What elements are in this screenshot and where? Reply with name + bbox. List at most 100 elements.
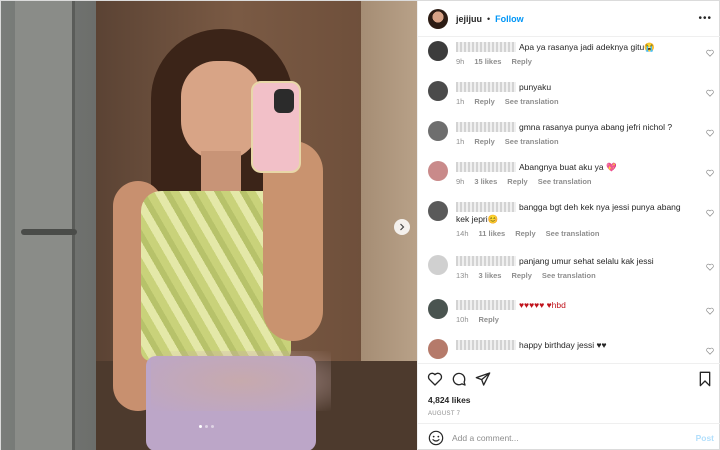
comment-text: happy birthday jessi ♥♥ <box>456 339 696 351</box>
username[interactable]: jejijuu <box>456 14 482 24</box>
heart-icon[interactable] <box>706 169 714 179</box>
comment-message: Apa ya rasanya jadi adeknya gitu😭 <box>519 42 655 52</box>
comment-body: gmna rasanya punya abang jefri nichol ? … <box>456 121 696 146</box>
comment-message: ♥♥♥♥♥ ♥hbd <box>519 300 566 310</box>
comment-likes[interactable]: 3 likes <box>474 177 497 186</box>
comment-meta: 9h 3 likes Reply See translation <box>456 177 696 186</box>
avatar[interactable] <box>428 8 448 29</box>
photo-face <box>181 61 261 161</box>
username-redacted <box>456 162 516 172</box>
photo-blur <box>151 351 331 411</box>
list-item: punyaku 1h Reply See translation <box>418 77 720 117</box>
likes-count[interactable]: 4,824 likes <box>428 395 471 405</box>
see-translation-link[interactable]: See translation <box>546 229 600 238</box>
comment-body: punyaku 1h Reply See translation <box>456 81 696 106</box>
comment-body: bangga bgt deh kek nya jessi punya abang… <box>456 201 696 238</box>
username-redacted <box>456 202 516 212</box>
comment-body: Abangnya buat aku ya 💖 9h 3 likes Reply … <box>456 161 696 186</box>
avatar[interactable] <box>428 201 448 221</box>
avatar[interactable] <box>428 339 448 359</box>
list-item: bangga bgt deh kek nya jessi punya abang… <box>418 197 720 247</box>
heart-icon[interactable] <box>706 89 714 99</box>
reply-button[interactable]: Reply <box>479 315 499 324</box>
follow-button[interactable]: Follow <box>495 14 524 24</box>
avatar[interactable] <box>428 161 448 181</box>
username-redacted <box>456 82 516 92</box>
avatar[interactable] <box>428 81 448 101</box>
comment-body: happy birthday jessi ♥♥ <box>456 339 696 351</box>
photo-door <box>15 1 77 450</box>
list-item: Abangnya buat aku ya 💖 9h 3 likes Reply … <box>418 157 720 197</box>
reply-button[interactable]: Reply <box>507 177 527 186</box>
comment-message: punyaku <box>519 82 552 92</box>
comment-message: gmna rasanya punya abang jefri nichol ? <box>519 122 673 132</box>
heart-icon[interactable] <box>706 49 714 59</box>
username-redacted <box>456 256 516 266</box>
photo <box>1 1 417 450</box>
comment-text: Apa ya rasanya jadi adeknya gitu😭 <box>456 41 696 53</box>
heart-icon[interactable] <box>706 209 714 219</box>
comment-body: ♥♥♥♥♥ ♥hbd 10h Reply <box>456 299 696 324</box>
username-redacted <box>456 300 516 310</box>
comment-likes[interactable]: 15 likes <box>474 57 501 66</box>
comment-body: panjang umur sehat selalu kak jessi 13h … <box>456 255 696 280</box>
reply-button[interactable]: Reply <box>474 97 494 106</box>
avatar[interactable] <box>428 255 448 275</box>
smiley-icon[interactable] <box>428 430 444 446</box>
comments-list[interactable]: Apa ya rasanya jadi adeknya gitu😭 9h 15 … <box>418 37 720 363</box>
comment-text: ♥♥♥♥♥ ♥hbd <box>456 299 696 311</box>
comment-meta: 14h 11 likes Reply See translation <box>456 229 696 238</box>
more-options-icon[interactable]: ••• <box>698 13 712 24</box>
avatar[interactable] <box>428 121 448 141</box>
carousel-dots <box>199 425 214 428</box>
comment-text: panjang umur sehat selalu kak jessi <box>456 255 696 267</box>
reply-button[interactable]: Reply <box>515 229 535 238</box>
separator: • <box>487 13 491 24</box>
username-redacted <box>456 42 516 52</box>
list-item: ♥♥♥♥♥ ♥hbd 10h Reply <box>418 295 720 335</box>
see-translation-link[interactable]: See translation <box>538 177 592 186</box>
send-icon[interactable] <box>474 370 492 388</box>
heart-icon[interactable] <box>706 307 714 317</box>
list-item: gmna rasanya punya abang jefri nichol ? … <box>418 117 720 157</box>
comment-icon[interactable] <box>450 370 468 388</box>
heart-icon[interactable] <box>706 347 714 357</box>
comment-meta: 1h Reply See translation <box>456 137 696 146</box>
username-redacted <box>456 340 516 350</box>
post-sidebar: jejijuu • Follow ••• Apa ya rasanya jadi… <box>417 1 720 450</box>
reply-button[interactable]: Reply <box>511 271 531 280</box>
chevron-right-icon[interactable] <box>394 219 410 235</box>
list-item: panjang umur sehat selalu kak jessi 13h … <box>418 251 720 291</box>
see-translation-link[interactable]: See translation <box>542 271 596 280</box>
avatar[interactable] <box>428 41 448 61</box>
add-comment-row: Post <box>418 423 720 450</box>
see-translation-link[interactable]: See translation <box>505 137 559 146</box>
comment-age: 14h <box>456 229 469 238</box>
comment-age: 9h <box>456 177 465 186</box>
username-redacted <box>456 122 516 132</box>
post-button[interactable]: Post <box>696 433 714 443</box>
add-comment-input[interactable] <box>452 429 682 447</box>
reply-button[interactable]: Reply <box>511 57 531 66</box>
list-item: happy birthday jessi ♥♥ <box>418 335 720 363</box>
comment-meta: 9h 15 likes Reply <box>456 57 696 66</box>
bookmark-icon[interactable] <box>696 370 714 388</box>
reply-button[interactable]: Reply <box>474 137 494 146</box>
post-media[interactable] <box>1 1 417 450</box>
carousel-dot <box>211 425 214 428</box>
photo-phone-camera <box>274 89 294 113</box>
see-translation-link[interactable]: See translation <box>505 97 559 106</box>
heart-icon[interactable] <box>426 370 444 388</box>
photo-neck <box>201 151 241 191</box>
heart-icon[interactable] <box>706 263 714 273</box>
comment-likes[interactable]: 3 likes <box>479 271 502 280</box>
avatar[interactable] <box>428 299 448 319</box>
comment-age: 13h <box>456 271 469 280</box>
carousel-dot <box>205 425 208 428</box>
comment-age: 1h <box>456 97 465 106</box>
comment-text: gmna rasanya punya abang jefri nichol ? <box>456 121 696 133</box>
heart-icon[interactable] <box>706 129 714 139</box>
comment-likes[interactable]: 11 likes <box>479 229 506 238</box>
comment-text: punyaku <box>456 81 696 93</box>
comment-body: Apa ya rasanya jadi adeknya gitu😭 9h 15 … <box>456 41 696 66</box>
